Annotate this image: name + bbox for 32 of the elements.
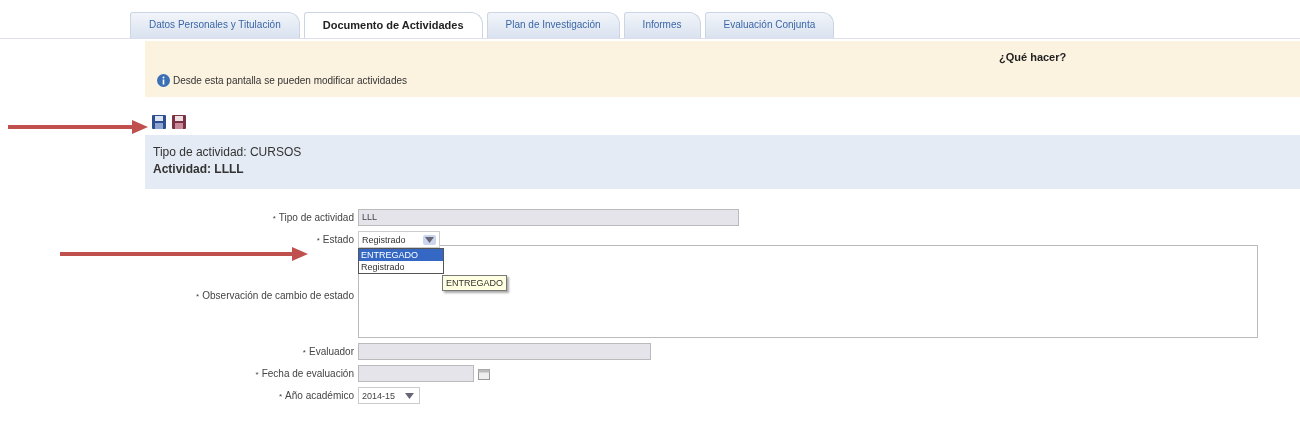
tab[interactable]: Informes <box>623 12 701 38</box>
activity-name-text: Actividad: LLLL <box>153 161 245 178</box>
required-mark: * <box>255 370 259 379</box>
activity-type-text: Tipo de actividad: CURSOS <box>153 144 303 161</box>
field-label: Año académico <box>285 390 354 401</box>
required-mark: * <box>302 348 306 357</box>
tooltip: ENTREGADO <box>442 275 507 291</box>
calendar-icon[interactable] <box>478 367 490 380</box>
tab[interactable]: Plan de Investigación <box>486 12 620 38</box>
save-icon[interactable] <box>172 115 186 129</box>
dropdown-option[interactable]: ENTREGADO <box>359 249 443 261</box>
tab[interactable]: Documento de Actividades <box>303 12 483 38</box>
required-mark: * <box>316 236 320 245</box>
caret-icon <box>405 392 414 399</box>
tab[interactable]: Datos Personales y Titulación <box>130 12 300 38</box>
save-icon[interactable] <box>152 115 166 129</box>
field-label: Evaluador <box>308 346 354 357</box>
field-label: Fecha de evaluación <box>261 368 354 379</box>
text-area[interactable] <box>358 245 1258 338</box>
field-label: Estado <box>322 234 354 245</box>
caret-icon <box>425 236 434 243</box>
required-mark: * <box>272 214 276 223</box>
info-icon <box>157 74 170 87</box>
dropdown[interactable]: Registrado <box>358 231 440 248</box>
required-mark: * <box>196 292 200 301</box>
info-message: Desde esta pantalla se pueden modificar actividades <box>173 75 408 86</box>
field-label: Tipo de actividad <box>278 212 354 223</box>
tab[interactable]: Evaluación Conjunta <box>704 12 835 38</box>
required-mark: * <box>278 392 283 401</box>
dropdown-option[interactable]: Registrado <box>359 261 443 273</box>
field-label: Observación de cambio de estado <box>202 290 354 301</box>
help-link[interactable]: ¿Qué hacer? <box>999 51 1067 63</box>
